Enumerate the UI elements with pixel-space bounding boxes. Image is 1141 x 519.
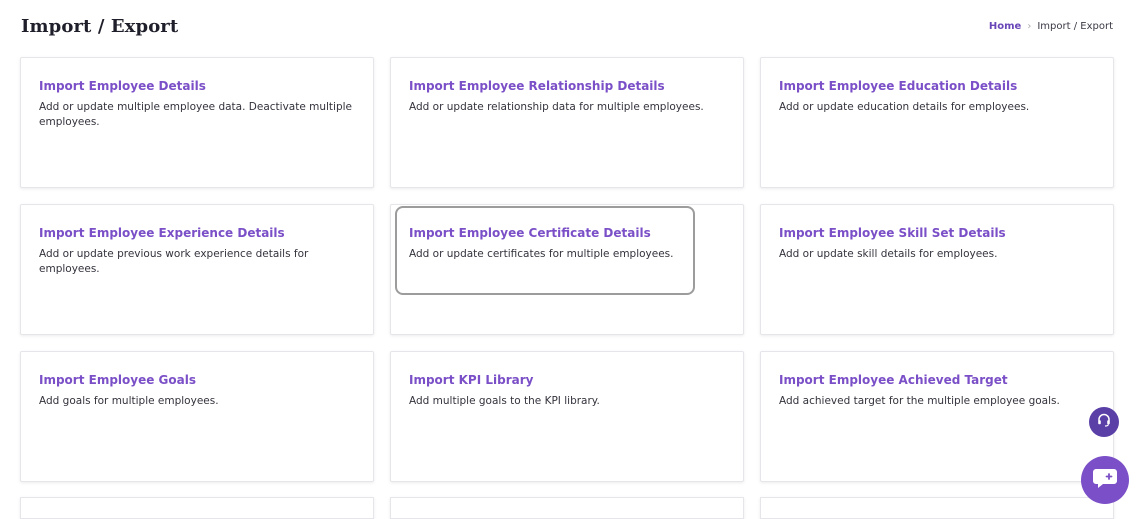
card-title[interactable]: Import Employee Details	[39, 79, 355, 94]
card-title[interactable]: Import Employee Certificate Details	[409, 226, 725, 241]
card-title[interactable]: Import Employee Achieved Target	[779, 373, 1095, 388]
card-import-employee-skill-set-details[interactable]: Import Employee Skill Set Details Add or…	[760, 204, 1114, 335]
card-title[interactable]: Import Employee Skill Set Details	[779, 226, 1095, 241]
breadcrumb: Home › Import / Export	[989, 21, 1113, 32]
card-partial[interactable]	[390, 497, 744, 519]
card-import-employee-details[interactable]: Import Employee Details Add or update mu…	[20, 57, 374, 188]
card-partial[interactable]	[760, 497, 1114, 519]
breadcrumb-current: Import / Export	[1037, 21, 1113, 32]
breadcrumb-separator: ›	[1027, 21, 1032, 32]
card-import-employee-relationship-details[interactable]: Import Employee Relationship Details Add…	[390, 57, 744, 188]
cards-next-row	[20, 497, 1114, 519]
card-description: Add or update certificates for multiple …	[409, 248, 674, 260]
card-title[interactable]: Import Employee Goals	[39, 373, 355, 388]
card-description: Add multiple goals to the KPI library.	[409, 395, 600, 407]
card-description: Add or update previous work experience d…	[39, 248, 309, 275]
page-header: Import / Export Home › Import / Export	[21, 16, 1113, 42]
chat-icon	[1092, 466, 1118, 494]
card-import-employee-experience-details[interactable]: Import Employee Experience Details Add o…	[20, 204, 374, 335]
card-title[interactable]: Import Employee Experience Details	[39, 226, 355, 241]
card-description: Add or update education details for empl…	[779, 101, 1030, 113]
card-description: Add goals for multiple employees.	[39, 395, 219, 407]
chat-button[interactable]	[1081, 456, 1129, 504]
breadcrumb-home-link[interactable]: Home	[989, 21, 1021, 32]
card-title[interactable]: Import Employee Education Details	[779, 79, 1095, 94]
card-partial[interactable]	[20, 497, 374, 519]
page-title: Import / Export	[21, 16, 179, 37]
help-support-button[interactable]	[1089, 407, 1119, 437]
card-description: Add or update multiple employee data. De…	[39, 101, 353, 128]
card-import-employee-achieved-target[interactable]: Import Employee Achieved Target Add achi…	[760, 351, 1114, 482]
card-import-employee-education-details[interactable]: Import Employee Education Details Add or…	[760, 57, 1114, 188]
import-cards-grid: Import Employee Details Add or update mu…	[20, 57, 1114, 482]
card-import-employee-goals[interactable]: Import Employee Goals Add goals for mult…	[20, 351, 374, 482]
card-description: Add achieved target for the multiple emp…	[779, 395, 1060, 407]
card-import-employee-certificate-details[interactable]: Import Employee Certificate Details Add …	[390, 204, 744, 335]
card-description: Add or update skill details for employee…	[779, 248, 998, 260]
card-description: Add or update relationship data for mult…	[409, 101, 704, 113]
headset-icon	[1096, 412, 1112, 432]
card-title[interactable]: Import KPI Library	[409, 373, 725, 388]
card-title[interactable]: Import Employee Relationship Details	[409, 79, 725, 94]
card-import-kpi-library[interactable]: Import KPI Library Add multiple goals to…	[390, 351, 744, 482]
